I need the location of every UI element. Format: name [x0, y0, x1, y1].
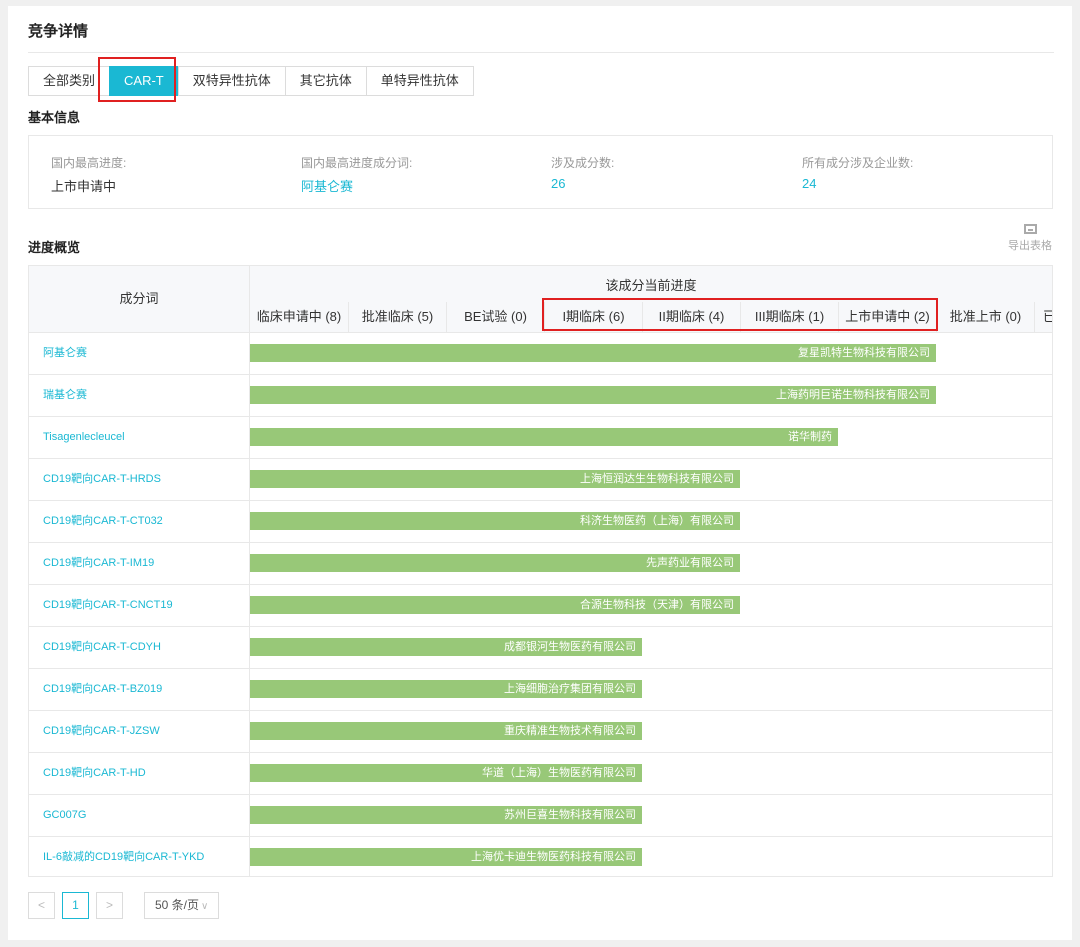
table-row: CD19靶向CAR-T-HD 华道（上海）生物医药有限公司	[29, 752, 1052, 794]
progress-bar[interactable]: 上海优卡迪生物医药科技有限公司	[250, 848, 642, 866]
column-header-ingredient: 成分词	[29, 266, 250, 332]
table-row: CD19靶向CAR-T-IM19 先声药业有限公司	[29, 542, 1052, 584]
ingredient-link[interactable]: GC007G	[29, 795, 250, 836]
next-page-button[interactable]: >	[96, 891, 123, 919]
chevron-down-icon: ∨	[201, 900, 209, 912]
category-tabs: 全部类别 CAR-T 双特异性抗体 其它抗体 单特异性抗体	[28, 66, 474, 96]
info-label: 所有成分涉及企业数:	[802, 156, 914, 170]
info-company-count: 所有成分涉及企业数: 24	[802, 154, 913, 191]
info-ingredient-count: 涉及成分数: 26	[551, 154, 614, 191]
progress-bar[interactable]: 重庆精准生物技术有限公司	[250, 722, 642, 740]
column-header-stages: 该成分当前进度 临床申请中 (8) 批准临床 (5) BE试验 (0) I期临床 (6…	[250, 266, 1052, 332]
ingredient-link[interactable]: CD19靶向CAR-T-BZ019	[29, 669, 250, 710]
progress-bar[interactable]: 复星凯特生物科技有限公司	[250, 344, 936, 362]
divider	[28, 52, 1054, 53]
ingredient-link[interactable]: 阿基仑赛	[29, 333, 250, 374]
basic-info-title: 基本信息	[28, 110, 81, 125]
info-highest-ingredient: 国内最高进度成分词: 阿基仑赛	[301, 154, 412, 195]
progress-bar[interactable]: 苏州巨喜生物科技有限公司	[250, 806, 642, 824]
basic-info-box: 国内最高进度: 上市申请中 国内最高进度成分词: 阿基仑赛 涉及成分数: 26 …	[28, 135, 1053, 209]
stage-header: 已	[1034, 302, 1052, 332]
page-title: 竞争详情	[28, 23, 89, 40]
highlight-box-car-t	[98, 57, 176, 102]
page-size-select[interactable]: 50 条/页 ∨	[144, 891, 220, 919]
info-link[interactable]: 26	[551, 176, 614, 191]
pagination: < 1 > 50 条/页 ∨	[28, 890, 220, 920]
page-number-button[interactable]: 1	[62, 891, 89, 919]
ingredient-link[interactable]: CD19靶向CAR-T-JZSW	[29, 711, 250, 752]
table-row: GC007G 苏州巨喜生物科技有限公司	[29, 794, 1052, 836]
ingredient-link[interactable]: CD19靶向CAR-T-CDYH	[29, 627, 250, 668]
info-label: 涉及成分数:	[551, 156, 615, 170]
progress-bar[interactable]: 诺华制药	[250, 428, 838, 446]
progress-bar[interactable]: 上海药明巨诺生物科技有限公司	[250, 386, 936, 404]
info-link[interactable]: 24	[802, 176, 913, 191]
ingredient-link[interactable]: CD19靶向CAR-T-CT032	[29, 501, 250, 542]
stage-header: 批准上市 (0)	[936, 302, 1034, 332]
progress-bar[interactable]: 成都银河生物医药有限公司	[250, 638, 642, 656]
table-export-icon	[1023, 224, 1037, 234]
progress-title: 进度概览	[28, 240, 81, 255]
export-table-button[interactable]: 导出表格	[1005, 224, 1055, 253]
stage-header: 临床申请中 (8)	[256, 309, 342, 324]
progress-bar[interactable]: 华道（上海）生物医药有限公司	[250, 764, 642, 782]
ingredient-link[interactable]: Tisagenlecleucel	[29, 417, 250, 458]
tab-monospecific-antibody[interactable]: 单特异性抗体	[365, 66, 474, 96]
ingredient-link[interactable]: 瑞基仑赛	[29, 375, 250, 416]
info-link[interactable]: 阿基仑赛	[301, 176, 412, 195]
ingredient-link[interactable]: CD19靶向CAR-T-HD	[29, 753, 250, 794]
progress-bar[interactable]: 上海细胞治疗集团有限公司	[250, 680, 642, 698]
tab-bispecific-antibody[interactable]: 双特异性抗体	[177, 66, 286, 96]
table-row: IL-6敲减的CD19靶向CAR-T-YKD 上海优卡迪生物医药科技有限公司	[29, 836, 1052, 876]
table-row: CD19靶向CAR-T-CNCT19 合源生物科技（天津）有限公司	[29, 584, 1052, 626]
progress-bar[interactable]: 合源生物科技（天津）有限公司	[250, 596, 740, 614]
column-group-title: 该成分当前进度	[605, 278, 697, 293]
table-row: CD19靶向CAR-T-HRDS 上海恒润达生生物科技有限公司	[29, 458, 1052, 500]
info-label: 国内最高进度成分词:	[301, 156, 413, 170]
ingredient-link[interactable]: CD19靶向CAR-T-CNCT19	[29, 585, 250, 626]
info-value: 上市申请中	[51, 179, 117, 194]
table-row: CD19靶向CAR-T-CDYH 成都银河生物医药有限公司	[29, 626, 1052, 668]
ingredient-link[interactable]: IL-6敲减的CD19靶向CAR-T-YKD	[29, 837, 250, 876]
prev-page-button[interactable]: <	[28, 891, 55, 919]
export-label: 导出表格	[1008, 240, 1052, 252]
ingredient-link[interactable]: CD19靶向CAR-T-IM19	[29, 543, 250, 584]
stage-header: 批准临床 (5)	[348, 302, 446, 332]
table-row: CD19靶向CAR-T-CT032 科济生物医药（上海）有限公司	[29, 500, 1052, 542]
table-row: 瑞基仑赛 上海药明巨诺生物科技有限公司	[29, 374, 1052, 416]
table-row: Tisagenlecleucel 诺华制药	[29, 416, 1052, 458]
info-label: 国内最高进度:	[51, 156, 127, 170]
ingredient-link[interactable]: CD19靶向CAR-T-HRDS	[29, 459, 250, 500]
highlight-box-stages	[542, 298, 938, 331]
info-highest-stage: 国内最高进度: 上市申请中	[51, 154, 126, 195]
stage-header: BE试验 (0)	[446, 302, 544, 332]
table-row: 阿基仑赛 复星凯特生物科技有限公司	[29, 332, 1052, 374]
progress-bar[interactable]: 上海恒润达生生物科技有限公司	[250, 470, 740, 488]
tab-other-antibody[interactable]: 其它抗体	[284, 66, 367, 96]
table-row: CD19靶向CAR-T-JZSW 重庆精准生物技术有限公司	[29, 710, 1052, 752]
progress-bar[interactable]: 科济生物医药（上海）有限公司	[250, 512, 740, 530]
page-size-label: 50 条/页	[155, 897, 200, 912]
table-row: CD19靶向CAR-T-BZ019 上海细胞治疗集团有限公司	[29, 668, 1052, 710]
competition-panel: 竞争详情 全部类别 CAR-T 双特异性抗体 其它抗体 单特异性抗体 基本信息 …	[8, 6, 1072, 940]
progress-table: 成分词 该成分当前进度 临床申请中 (8) 批准临床 (5) BE试验 (0) I期临…	[28, 265, 1053, 877]
progress-bar[interactable]: 先声药业有限公司	[250, 554, 740, 572]
